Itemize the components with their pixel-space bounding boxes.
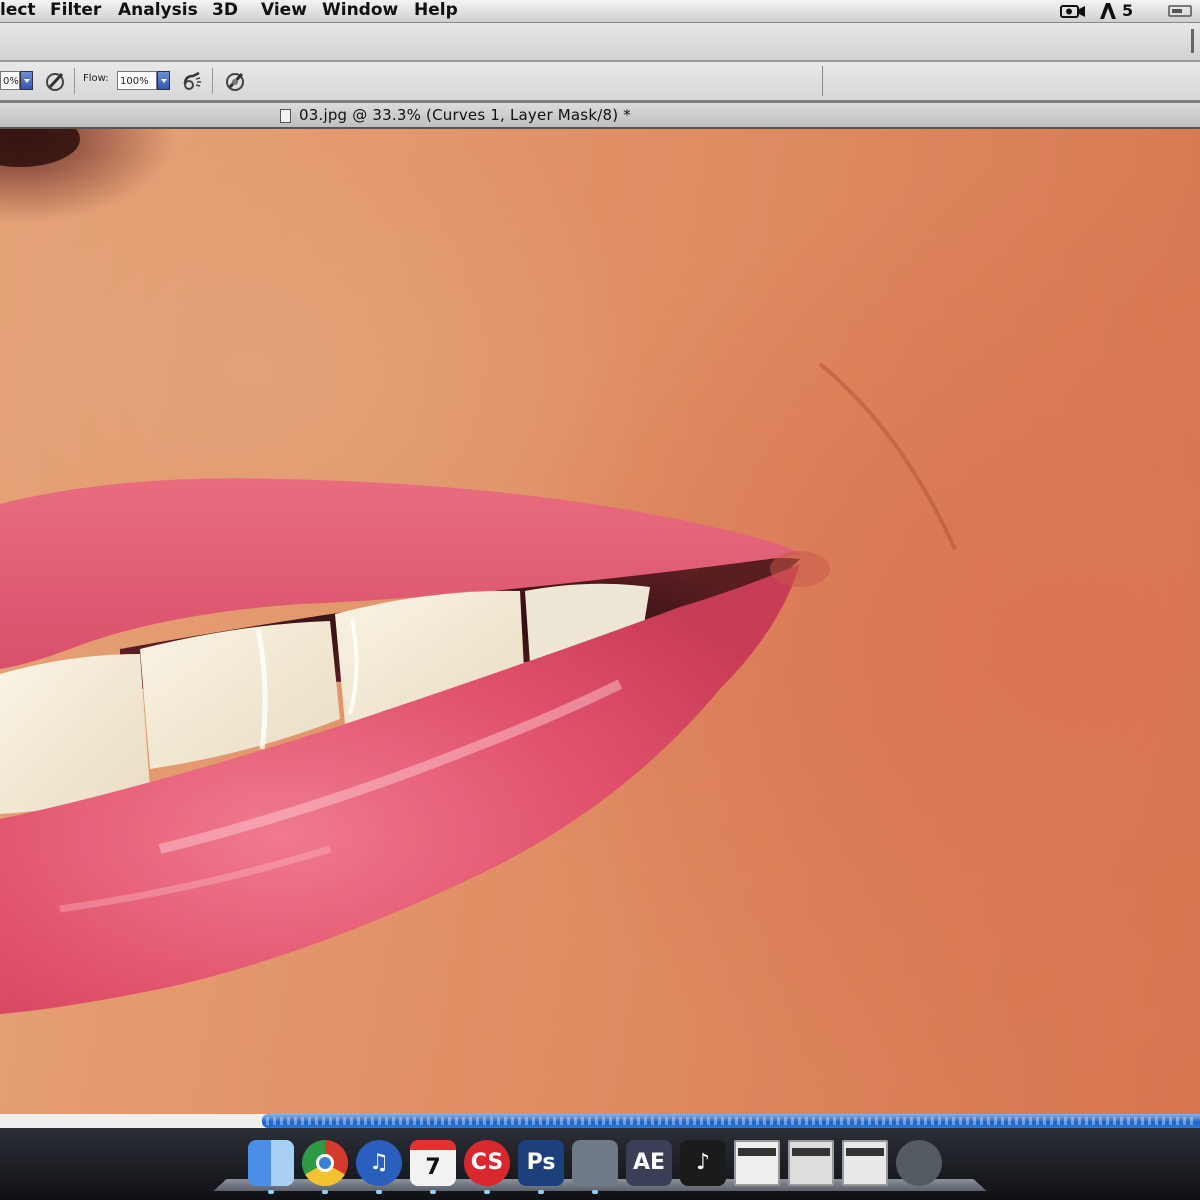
adobe-updater-icon[interactable] (1098, 2, 1118, 20)
options-separator (74, 68, 75, 94)
opacity-dropdown[interactable] (20, 71, 33, 90)
camera-icon[interactable] (1060, 3, 1086, 19)
document-close-icon[interactable] (280, 109, 291, 123)
chrome-icon[interactable] (302, 1140, 348, 1186)
menu-filter[interactable]: Filter (50, 0, 101, 22)
dock-running-indicator (268, 1190, 274, 1194)
image-canvas[interactable] (0, 129, 1200, 1114)
monitor-icon[interactable] (788, 1140, 834, 1186)
dock-icon-glyph: AE (632, 1150, 666, 1175)
window-titlebar (792, 1148, 830, 1156)
after-effects-icon[interactable]: AE (626, 1140, 672, 1186)
menu-extras: 5 (1060, 0, 1200, 22)
window-titlebar (738, 1148, 776, 1156)
dock-running-indicator (484, 1190, 490, 1194)
music-note-icon[interactable]: ♪ (680, 1140, 726, 1186)
menu-extra-icon[interactable] (1168, 4, 1192, 18)
flow-label: Flow: (83, 73, 109, 84)
itunes-icon[interactable]: ♫ (356, 1140, 402, 1186)
menu-3d[interactable]: 3D (212, 0, 238, 22)
finder-icon[interactable] (248, 1140, 294, 1186)
menu-analysis[interactable]: Analysis (118, 0, 198, 22)
options-separator (212, 68, 213, 94)
dock-running-indicator (538, 1190, 544, 1194)
clapper-icon[interactable] (572, 1140, 618, 1186)
dock-running-indicator (592, 1190, 598, 1194)
opacity-field[interactable]: 0% (0, 71, 20, 90)
progress-fill (262, 1114, 1200, 1128)
menu-bar: lect Filter Analysis 3D View Window Help… (0, 0, 1200, 23)
dock-icon-glyph: ♫ (369, 1150, 389, 1175)
creative-suite-icon[interactable]: CS (464, 1140, 510, 1186)
flow-dropdown[interactable] (157, 71, 170, 90)
dock-running-indicator (322, 1190, 328, 1194)
flow-field[interactable]: 100% (117, 71, 157, 90)
chrome-center (316, 1154, 334, 1172)
airbrush-icon[interactable] (181, 70, 203, 92)
dock-icon-glyph: Ps (526, 1150, 556, 1175)
dock-icon-glyph: 7 (425, 1155, 441, 1180)
dock-running-indicator (430, 1190, 436, 1194)
updates-count-badge: 5 (1122, 1, 1134, 20)
tool-options-bar: 0% Flow: 100% (0, 62, 1200, 103)
options-end-separator (822, 66, 823, 96)
document-tab-bar: 03.jpg @ 33.3% (Curves 1, Layer Mask/8) … (0, 103, 1200, 129)
canvas-photo (0, 129, 957, 1014)
trash-icon[interactable] (896, 1140, 942, 1186)
spreadsheet-window-icon[interactable] (842, 1140, 888, 1186)
panel-resize-handle[interactable] (1191, 29, 1194, 53)
menu-help[interactable]: Help (414, 0, 458, 22)
dock-running-indicator (376, 1190, 382, 1194)
application-bar (0, 23, 1200, 62)
menu-view[interactable]: View (261, 0, 307, 22)
photoshop-icon[interactable]: Ps (518, 1140, 564, 1186)
dock-icon-glyph: ♪ (695, 1150, 711, 1175)
window-titlebar (846, 1148, 884, 1156)
pressure-size-icon[interactable] (224, 70, 246, 92)
calendar-icon[interactable]: 7 (410, 1140, 456, 1186)
menu-select[interactable]: lect (0, 0, 36, 22)
pressure-opacity-icon[interactable] (44, 70, 66, 92)
document-tab-title[interactable]: 03.jpg @ 33.3% (Curves 1, Layer Mask/8) … (299, 106, 631, 124)
menu-window[interactable]: Window (322, 0, 398, 22)
dock-icon-glyph: CS (470, 1150, 504, 1175)
browser-window-icon[interactable] (734, 1140, 780, 1186)
